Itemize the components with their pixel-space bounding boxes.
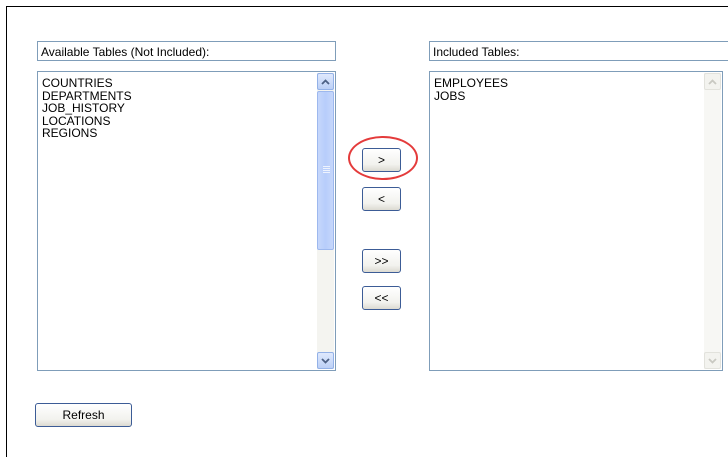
- chevron-down-icon: [321, 357, 330, 364]
- chevron-up-icon: [321, 78, 330, 85]
- scroll-up-button[interactable]: [317, 73, 334, 90]
- refresh-button[interactable]: Refresh: [35, 403, 132, 427]
- chevron-down-icon: [708, 357, 717, 364]
- add-selected-button[interactable]: >: [362, 148, 401, 172]
- list-item-job-history[interactable]: JOB_HISTORY: [42, 102, 132, 115]
- included-tables-list[interactable]: EMPLOYEES JOBS: [429, 71, 723, 371]
- remove-all-button[interactable]: <<: [362, 286, 401, 310]
- included-list-scrollbar[interactable]: [704, 73, 721, 369]
- available-tables-list[interactable]: COUNTRIES DEPARTMENTS JOB_HISTORY LOCATI…: [37, 71, 336, 371]
- list-item-jobs[interactable]: JOBS: [434, 89, 508, 103]
- scroll-up-button-disabled[interactable]: [704, 73, 721, 90]
- list-item-employees[interactable]: EMPLOYEES: [434, 77, 508, 90]
- included-tables-header-label: Included Tables:: [433, 45, 520, 59]
- included-tables-header: Included Tables:: [429, 41, 728, 61]
- remove-selected-button[interactable]: <: [362, 187, 401, 211]
- scroll-thumb[interactable]: [317, 91, 334, 250]
- available-list-scrollbar[interactable]: [317, 73, 334, 369]
- available-tables-header: Available Tables (Not Included):: [37, 41, 336, 61]
- chevron-up-icon: [708, 78, 717, 85]
- list-item-countries[interactable]: COUNTRIES: [42, 77, 132, 90]
- available-tables-header-label: Available Tables (Not Included):: [41, 45, 210, 59]
- available-tables-items: COUNTRIES DEPARTMENTS JOB_HISTORY LOCATI…: [42, 77, 132, 140]
- included-tables-items: EMPLOYEES JOBS: [434, 77, 508, 102]
- list-item-regions[interactable]: REGIONS: [42, 127, 132, 140]
- scroll-down-button[interactable]: [317, 352, 334, 369]
- scroll-down-button-disabled[interactable]: [704, 352, 721, 369]
- add-all-button[interactable]: >>: [362, 249, 401, 273]
